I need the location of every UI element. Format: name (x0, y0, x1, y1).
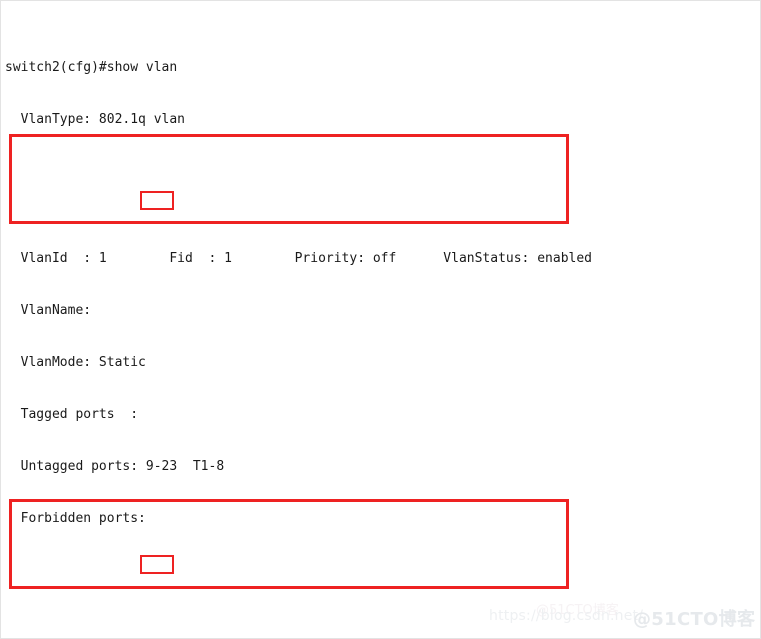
vlan-block-header: VlanId : 1 Fid : 1 Priority: off VlanSta… (5, 250, 592, 266)
terminal-output: switch2(cfg)#show vlan VlanType: 802.1q … (1, 1, 760, 638)
vlan-mode-line: VlanMode: Static (5, 354, 146, 370)
forbidden-ports-line: Forbidden ports: (5, 510, 146, 526)
screenshot-canvas: switch2(cfg)#show vlan VlanType: 802.1q … (0, 0, 761, 639)
terminal-prompt-line-top: switch2(cfg)#show vlan (5, 60, 178, 76)
vlan-name-line: VlanName: (5, 302, 92, 318)
tagged-ports-line: Tagged ports : (5, 406, 139, 422)
untagged-ports-line: Untagged ports: 9-23 T1-8 (5, 458, 225, 474)
vlan-type-line: VlanType: 802.1q vlan (5, 112, 186, 128)
